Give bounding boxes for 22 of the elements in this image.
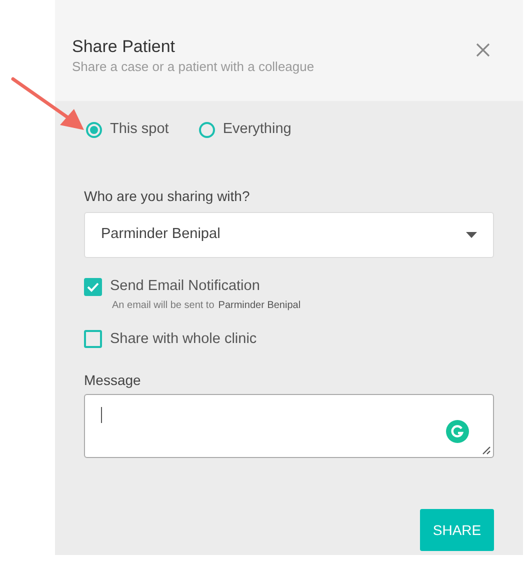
recipient-name: Parminder Benipal	[218, 298, 301, 312]
radio-button[interactable]	[86, 122, 102, 138]
dialog-subtitle: Share a case or a patient with a colleague	[72, 58, 314, 76]
radio-label[interactable]: Everything	[222, 119, 292, 141]
checkbox[interactable]	[84, 330, 102, 348]
resize-handle-icon[interactable]	[482, 446, 491, 456]
radio-button[interactable]	[198, 122, 215, 138]
dialog-title: Share Patient	[72, 36, 176, 58]
grammar-icon[interactable]	[446, 420, 469, 444]
message-field[interactable]	[84, 394, 494, 458]
checkbox-label[interactable]: Share with whole clinic	[110, 328, 257, 350]
field-label: Who are you sharing with?	[84, 186, 251, 206]
helper-text: An email will be sent to	[112, 298, 214, 312]
text-cursor	[101, 407, 102, 424]
caret-icon	[466, 232, 477, 238]
recipient-select[interactable]: Parminder Benipal	[84, 212, 494, 258]
close-icon[interactable]	[476, 43, 490, 57]
field-label: Message	[84, 371, 142, 390]
checkbox-label[interactable]: Send Email Notification	[110, 276, 260, 298]
select-value: Parminder Benipal	[101, 224, 220, 244]
radio-label[interactable]: This spot	[110, 119, 169, 141]
checkbox[interactable]	[84, 278, 102, 296]
